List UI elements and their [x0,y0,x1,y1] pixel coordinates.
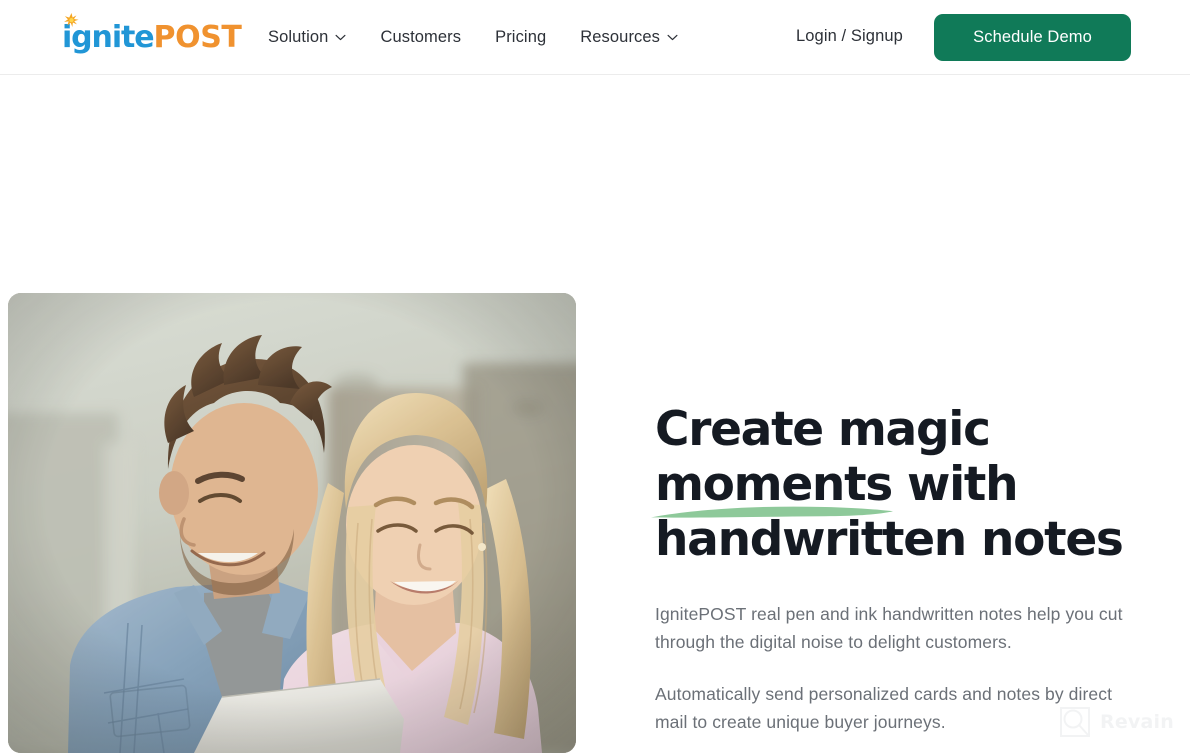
hero-headline: Create magic moments with handwritten no… [651,402,1145,567]
hero-section: Create magic moments with handwritten no… [0,75,1190,753]
logo-wordmark: ignitePOST [62,13,242,55]
login-signup-link[interactable]: Login / Signup [796,27,903,46]
nav-item-customers[interactable]: Customers [363,28,478,47]
headline-line-1: Create magic [655,402,991,457]
headline-highlight-word: moments [655,457,893,512]
hero-image [8,293,576,753]
logo-text-ignite: ignite [62,20,155,55]
nav-item-label: Customers [380,28,462,46]
headline-line-3: handwritten notes [655,512,1124,567]
chevron-down-icon [667,34,678,41]
site-header: ignitePOST Solution Customers Pricing Re… [0,0,1190,75]
nav-item-label: Resources [580,28,661,46]
nav-item-pricing[interactable]: Pricing [478,28,563,47]
hero-photo-illustration [8,293,576,753]
chevron-down-icon [335,34,346,41]
schedule-demo-button[interactable]: Schedule Demo [934,14,1131,61]
nav-item-label: Pricing [495,28,547,46]
nav-item-label: Solution [268,28,329,46]
hero-paragraph-1: IgnitePOST real pen and ink handwritten … [655,604,1123,652]
nav-item-solution[interactable]: Solution [268,28,363,47]
logo-ignitepost[interactable]: ignitePOST [62,13,242,61]
headline-line-2-rest: with [891,457,1019,512]
headline-highlight-wrap: moments [651,457,893,518]
primary-navigation: Solution Customers Pricing Resources [268,0,695,75]
nav-item-resources[interactable]: Resources [563,28,695,47]
hero-paragraph-2: Automatically send personalized cards an… [655,684,1113,732]
logo-text-post: POST [153,20,242,55]
